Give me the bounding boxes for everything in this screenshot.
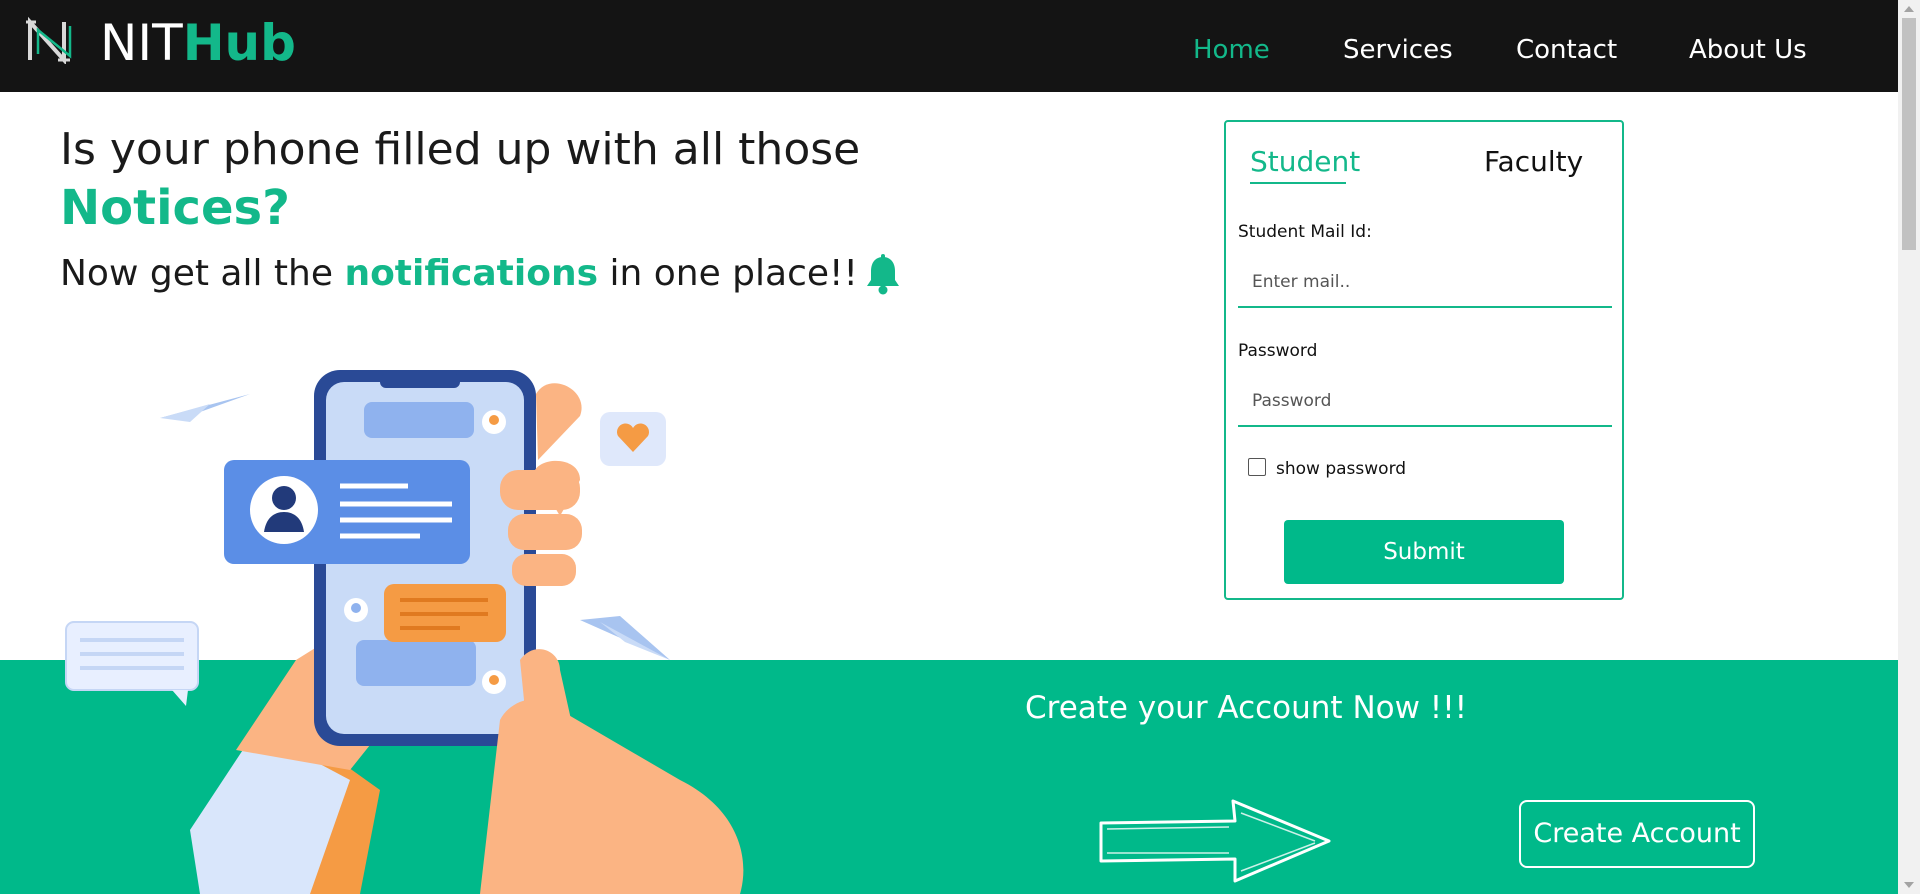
scroll-down-arrow-icon[interactable] (1904, 882, 1914, 888)
nav-home-link[interactable]: Home (1193, 34, 1270, 66)
active-tab-indicator (1250, 182, 1346, 184)
nav-about-link[interactable]: About Us (1689, 34, 1807, 66)
password-label: Password (1238, 341, 1318, 361)
arrow-right-icon (1099, 799, 1331, 883)
create-account-button[interactable]: Create Account (1519, 800, 1755, 868)
scroll-up-arrow-icon[interactable] (1904, 6, 1914, 12)
page-scrollbar[interactable] (1898, 0, 1920, 894)
hero-heading-highlight: Notices? (60, 180, 290, 236)
password-input[interactable] (1238, 377, 1612, 427)
hero-heading: Is your phone filled up with all those (60, 124, 861, 175)
scroll-thumb[interactable] (1902, 18, 1916, 250)
bell-icon (866, 254, 899, 295)
tab-faculty[interactable]: Faculty (1484, 144, 1583, 180)
tab-student[interactable]: Student (1250, 144, 1360, 180)
hero-subheading-prefix: Now get all the (60, 253, 345, 294)
phone-notifications-illustration (65, 370, 744, 894)
hero-subheading-emphasis: notifications (344, 253, 599, 294)
mail-input[interactable] (1238, 258, 1612, 308)
navbar: NITHub Home Services Contact About Us (0, 0, 1898, 92)
nav-contact-link[interactable]: Contact (1516, 34, 1617, 66)
show-password-checkbox[interactable] (1248, 458, 1266, 476)
nav-services-link[interactable]: Services (1343, 34, 1453, 66)
login-card: Student Faculty Student Mail Id: Passwor… (1224, 120, 1624, 600)
logo-icon[interactable] (24, 16, 76, 64)
show-password-label[interactable]: show password (1276, 459, 1406, 479)
hero-subheading: Now get all the notifications in one pla… (60, 250, 902, 298)
signup-title: Create your Account Now !!! (1025, 690, 1468, 726)
mail-label: Student Mail Id: (1238, 222, 1372, 242)
brand-name-suffix: Hub (182, 14, 296, 72)
submit-button[interactable]: Submit (1284, 520, 1564, 584)
brand-name-prefix: NIT (100, 14, 183, 72)
hero-subheading-suffix: in one place!! (598, 253, 858, 294)
brand-name[interactable]: NITHub (100, 14, 296, 72)
